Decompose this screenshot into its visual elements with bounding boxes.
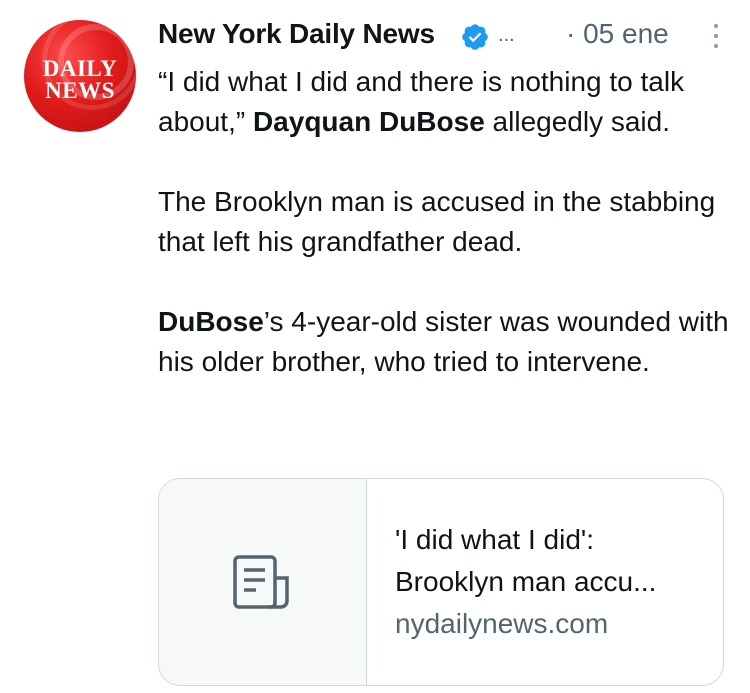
link-card[interactable]: 'I did what I did': Brooklyn man accu...… (158, 478, 724, 686)
tweet-p3-name: DuBose (158, 306, 264, 337)
tweet-p1-part2: allegedly said. (484, 106, 671, 137)
name-truncation-ellipsis: ... (498, 24, 515, 46)
avatar-logo-line2: NEWS (45, 78, 115, 103)
more-dot-top (714, 24, 718, 28)
avatar-logo-text: DAILY NEWS (24, 56, 136, 103)
tweet-date[interactable]: · 05 ene (566, 18, 669, 50)
tweet-text: “I did what I did and there is nothing t… (158, 62, 738, 382)
more-dot-middle (714, 34, 718, 38)
tweet-p1-name: Dayquan DuBose (252, 106, 485, 137)
tweet: DAILY NEWS New York Daily News ... · 05 … (0, 0, 750, 693)
tweet-paragraph-3: DuBose’s 4-year-old sister was wounded w… (158, 302, 738, 382)
account-name[interactable]: New York Daily News (158, 18, 435, 50)
verified-badge-icon (462, 24, 488, 50)
avatar[interactable]: DAILY NEWS (24, 20, 136, 132)
tweet-header: New York Daily News ... · 05 ene (158, 14, 728, 58)
link-card-meta: 'I did what I did': Brooklyn man accu...… (395, 519, 705, 645)
link-card-domain: nydailynews.com (395, 608, 609, 639)
link-card-thumbnail (159, 479, 367, 685)
tweet-paragraph-2: The Brooklyn man is accused in the stabb… (158, 186, 716, 257)
more-vertical-icon[interactable] (706, 18, 726, 54)
avatar-logo-line1: DAILY (42, 56, 118, 81)
link-card-title-line2: Brooklyn man accu... (395, 566, 657, 597)
link-card-title-line1: 'I did what I did': (395, 524, 595, 555)
tweet-paragraph-1: “I did what I did and there is nothing t… (158, 62, 738, 142)
more-dot-bottom (714, 44, 718, 48)
article-icon (233, 555, 289, 609)
